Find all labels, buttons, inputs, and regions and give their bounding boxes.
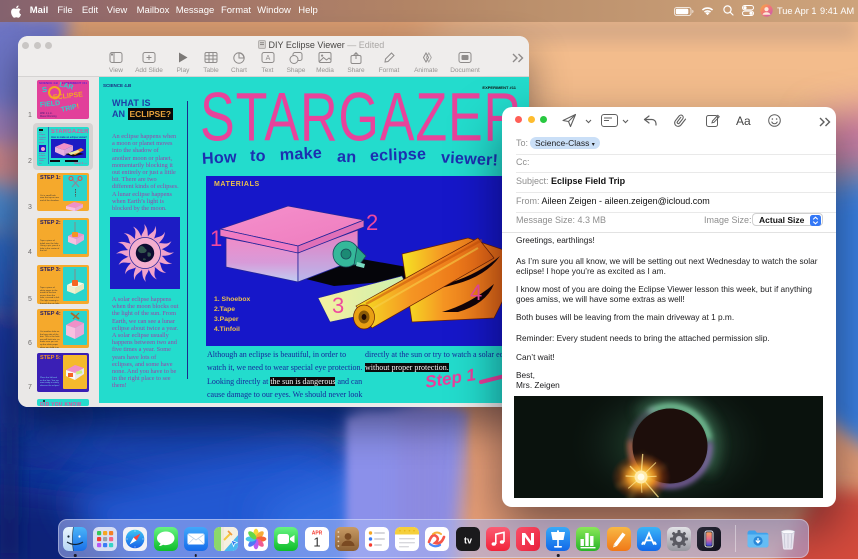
svg-text:tv: tv [464,536,472,546]
svg-text:1: 1 [313,535,320,550]
svg-text:A: A [265,55,270,62]
